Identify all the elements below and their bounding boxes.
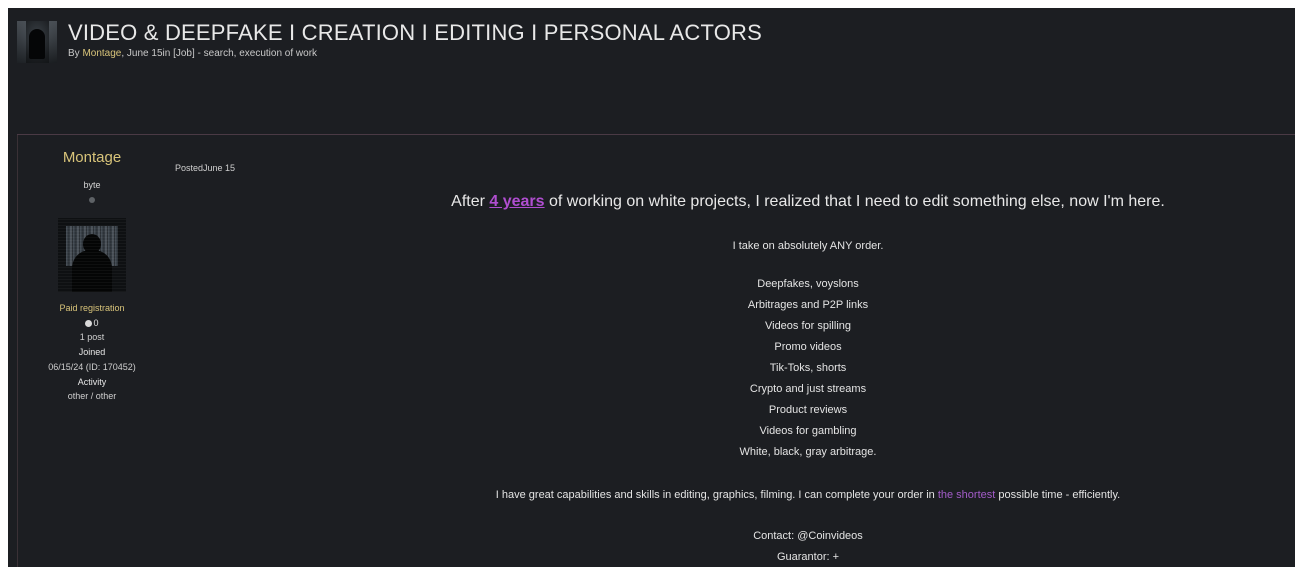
- topic-byline: By Montage, June 15in [Job] - search, ex…: [68, 48, 317, 59]
- service-item: Deepfakes, voyslons: [757, 278, 859, 290]
- activity-label: Activity: [77, 377, 107, 387]
- topic-header: VIDEO & DEEPFAKE I CREATION I EDITING I …: [8, 8, 1295, 134]
- user-post-count: 1 post: [79, 332, 105, 342]
- service-item: Product reviews: [768, 404, 848, 416]
- byline-suffix: , June 15in [Job] - search, execution of…: [121, 48, 318, 59]
- skills-highlight: the shortest: [937, 489, 996, 501]
- user-group: Paid registration: [59, 303, 125, 313]
- byline-author-link[interactable]: Montage: [82, 48, 121, 59]
- lead-after: of working on white projects, I realized…: [544, 193, 1165, 210]
- joined-date: 06/15/24 (ID: 170452): [48, 362, 136, 372]
- topic-avatar-icon[interactable]: [17, 21, 57, 63]
- reputation-value: 0: [93, 318, 99, 328]
- user-avatar[interactable]: [58, 218, 126, 292]
- activity-value: other / other: [67, 391, 117, 401]
- post: Montage byte Paid registration 0 1 post …: [17, 135, 1295, 567]
- post-guarantor: Guarantor: +: [776, 551, 840, 563]
- page-frame: VIDEO & DEEPFAKE I CREATION I EDITING I …: [8, 8, 1295, 567]
- online-status-icon: [89, 197, 95, 203]
- user-name-link[interactable]: Montage: [18, 149, 166, 166]
- post-intro: I take on absolutely ANY order.: [732, 240, 884, 252]
- user-reputation: 0: [18, 318, 166, 328]
- service-item: White, black, gray arbitrage.: [739, 446, 877, 458]
- topic-title: VIDEO & DEEPFAKE I CREATION I EDITING I …: [68, 20, 762, 45]
- post-lead: After 4 years of working on white projec…: [348, 193, 1268, 211]
- service-item: Videos for spilling: [764, 320, 851, 332]
- post-skills: I have great capabilities and skills in …: [348, 489, 1268, 501]
- posted-date: PostedJune 15: [175, 163, 236, 173]
- post-contact: Contact: @Coinvideos: [753, 530, 863, 542]
- lead-highlight: 4 years: [489, 193, 545, 210]
- service-item: Crypto and just streams: [749, 383, 867, 395]
- service-item: Promo videos: [774, 341, 842, 353]
- service-item: Tik-Toks, shorts: [769, 362, 847, 374]
- reputation-icon: [85, 320, 93, 327]
- service-item: Arbitrages and P2P links: [747, 299, 869, 311]
- joined-label: Joined: [78, 347, 106, 357]
- user-rank: byte: [83, 180, 101, 190]
- skills-after: possible time - efficiently.: [995, 489, 1121, 501]
- lead-before: After: [451, 193, 490, 210]
- service-item: Videos for gambling: [759, 425, 857, 437]
- byline-prefix: By: [68, 48, 80, 59]
- skills-before: I have great capabilities and skills in …: [495, 489, 938, 501]
